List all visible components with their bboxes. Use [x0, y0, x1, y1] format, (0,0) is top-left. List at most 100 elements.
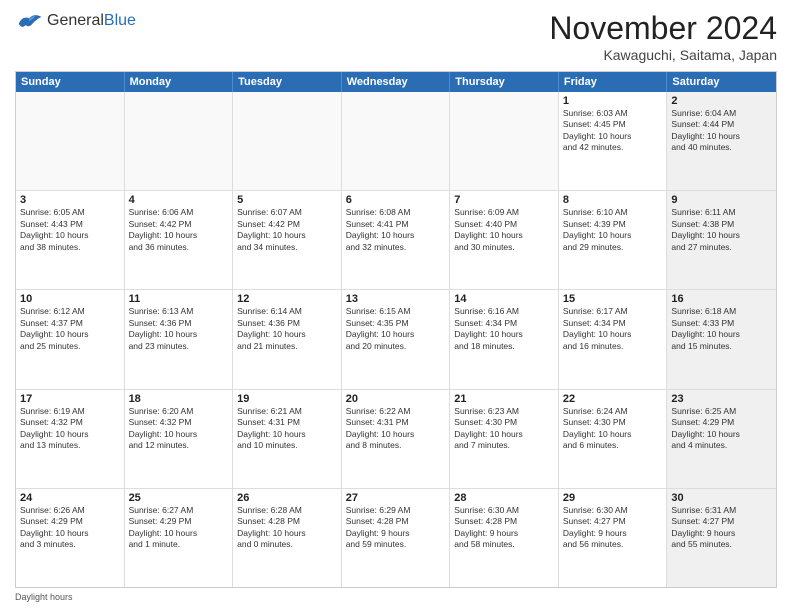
day-info: Sunrise: 6:31 AM Sunset: 4:27 PM Dayligh… [671, 505, 772, 551]
day-info: Sunrise: 6:03 AM Sunset: 4:45 PM Dayligh… [563, 108, 663, 154]
day-info: Sunrise: 6:13 AM Sunset: 4:36 PM Dayligh… [129, 306, 229, 352]
day-info: Sunrise: 6:29 AM Sunset: 4:28 PM Dayligh… [346, 505, 446, 551]
cal-cell-day-5: 5Sunrise: 6:07 AM Sunset: 4:42 PM Daylig… [233, 191, 342, 289]
cal-header-tuesday: Tuesday [233, 72, 342, 92]
cal-cell-day-15: 15Sunrise: 6:17 AM Sunset: 4:34 PM Dayli… [559, 290, 668, 388]
day-number: 18 [129, 393, 229, 405]
cal-row-3: 17Sunrise: 6:19 AM Sunset: 4:32 PM Dayli… [16, 390, 776, 489]
cal-cell-day-6: 6Sunrise: 6:08 AM Sunset: 4:41 PM Daylig… [342, 191, 451, 289]
cal-cell-day-21: 21Sunrise: 6:23 AM Sunset: 4:30 PM Dayli… [450, 390, 559, 488]
cal-cell-day-23: 23Sunrise: 6:25 AM Sunset: 4:29 PM Dayli… [667, 390, 776, 488]
day-number: 10 [20, 293, 120, 305]
day-number: 7 [454, 194, 554, 206]
cal-cell-day-11: 11Sunrise: 6:13 AM Sunset: 4:36 PM Dayli… [125, 290, 234, 388]
day-number: 12 [237, 293, 337, 305]
day-info: Sunrise: 6:30 AM Sunset: 4:27 PM Dayligh… [563, 505, 663, 551]
month-title: November 2024 [549, 10, 777, 47]
day-info: Sunrise: 6:10 AM Sunset: 4:39 PM Dayligh… [563, 207, 663, 253]
day-number: 27 [346, 492, 446, 504]
day-info: Sunrise: 6:25 AM Sunset: 4:29 PM Dayligh… [671, 406, 772, 452]
day-info: Sunrise: 6:20 AM Sunset: 4:32 PM Dayligh… [129, 406, 229, 452]
cal-cell-day-14: 14Sunrise: 6:16 AM Sunset: 4:34 PM Dayli… [450, 290, 559, 388]
day-info: Sunrise: 6:21 AM Sunset: 4:31 PM Dayligh… [237, 406, 337, 452]
cal-cell-day-13: 13Sunrise: 6:15 AM Sunset: 4:35 PM Dayli… [342, 290, 451, 388]
day-info: Sunrise: 6:17 AM Sunset: 4:34 PM Dayligh… [563, 306, 663, 352]
cal-cell-day-2: 2Sunrise: 6:04 AM Sunset: 4:44 PM Daylig… [667, 92, 776, 190]
day-info: Sunrise: 6:14 AM Sunset: 4:36 PM Dayligh… [237, 306, 337, 352]
cal-cell-day-4: 4Sunrise: 6:06 AM Sunset: 4:42 PM Daylig… [125, 191, 234, 289]
cal-cell-empty [342, 92, 451, 190]
cal-cell-day-9: 9Sunrise: 6:11 AM Sunset: 4:38 PM Daylig… [667, 191, 776, 289]
day-number: 28 [454, 492, 554, 504]
cal-header-thursday: Thursday [450, 72, 559, 92]
page: GeneralBlue November 2024 Kawaguchi, Sai… [0, 0, 792, 612]
cal-row-2: 10Sunrise: 6:12 AM Sunset: 4:37 PM Dayli… [16, 290, 776, 389]
day-number: 8 [563, 194, 663, 206]
cal-cell-day-10: 10Sunrise: 6:12 AM Sunset: 4:37 PM Dayli… [16, 290, 125, 388]
day-info: Sunrise: 6:07 AM Sunset: 4:42 PM Dayligh… [237, 207, 337, 253]
cal-cell-day-24: 24Sunrise: 6:26 AM Sunset: 4:29 PM Dayli… [16, 489, 125, 587]
logo: GeneralBlue [15, 10, 136, 32]
day-info: Sunrise: 6:12 AM Sunset: 4:37 PM Dayligh… [20, 306, 120, 352]
day-number: 17 [20, 393, 120, 405]
day-info: Sunrise: 6:05 AM Sunset: 4:43 PM Dayligh… [20, 207, 120, 253]
day-info: Sunrise: 6:15 AM Sunset: 4:35 PM Dayligh… [346, 306, 446, 352]
cal-cell-day-26: 26Sunrise: 6:28 AM Sunset: 4:28 PM Dayli… [233, 489, 342, 587]
day-info: Sunrise: 6:30 AM Sunset: 4:28 PM Dayligh… [454, 505, 554, 551]
day-info: Sunrise: 6:08 AM Sunset: 4:41 PM Dayligh… [346, 207, 446, 253]
day-number: 29 [563, 492, 663, 504]
day-number: 11 [129, 293, 229, 305]
title-block: November 2024 Kawaguchi, Saitama, Japan [549, 10, 777, 63]
day-number: 16 [671, 293, 772, 305]
calendar-header-row: SundayMondayTuesdayWednesdayThursdayFrid… [16, 72, 776, 92]
cal-cell-day-18: 18Sunrise: 6:20 AM Sunset: 4:32 PM Dayli… [125, 390, 234, 488]
day-info: Sunrise: 6:28 AM Sunset: 4:28 PM Dayligh… [237, 505, 337, 551]
day-number: 25 [129, 492, 229, 504]
cal-cell-empty [125, 92, 234, 190]
logo-blue: Blue [104, 12, 136, 29]
cal-cell-empty [16, 92, 125, 190]
day-number: 1 [563, 95, 663, 107]
day-number: 15 [563, 293, 663, 305]
day-info: Sunrise: 6:09 AM Sunset: 4:40 PM Dayligh… [454, 207, 554, 253]
cal-cell-day-1: 1Sunrise: 6:03 AM Sunset: 4:45 PM Daylig… [559, 92, 668, 190]
day-number: 3 [20, 194, 120, 206]
cal-cell-day-25: 25Sunrise: 6:27 AM Sunset: 4:29 PM Dayli… [125, 489, 234, 587]
day-info: Sunrise: 6:06 AM Sunset: 4:42 PM Dayligh… [129, 207, 229, 253]
day-number: 19 [237, 393, 337, 405]
cal-header-wednesday: Wednesday [342, 72, 451, 92]
header: GeneralBlue November 2024 Kawaguchi, Sai… [15, 10, 777, 63]
day-info: Sunrise: 6:18 AM Sunset: 4:33 PM Dayligh… [671, 306, 772, 352]
day-number: 9 [671, 194, 772, 206]
day-info: Sunrise: 6:26 AM Sunset: 4:29 PM Dayligh… [20, 505, 120, 551]
day-number: 2 [671, 95, 772, 107]
day-number: 30 [671, 492, 772, 504]
cal-cell-empty [233, 92, 342, 190]
cal-cell-day-28: 28Sunrise: 6:30 AM Sunset: 4:28 PM Dayli… [450, 489, 559, 587]
cal-cell-day-20: 20Sunrise: 6:22 AM Sunset: 4:31 PM Dayli… [342, 390, 451, 488]
day-number: 23 [671, 393, 772, 405]
cal-cell-day-22: 22Sunrise: 6:24 AM Sunset: 4:30 PM Dayli… [559, 390, 668, 488]
cal-header-friday: Friday [559, 72, 668, 92]
day-info: Sunrise: 6:04 AM Sunset: 4:44 PM Dayligh… [671, 108, 772, 154]
day-number: 13 [346, 293, 446, 305]
location: Kawaguchi, Saitama, Japan [549, 47, 777, 63]
cal-cell-day-8: 8Sunrise: 6:10 AM Sunset: 4:39 PM Daylig… [559, 191, 668, 289]
cal-cell-day-3: 3Sunrise: 6:05 AM Sunset: 4:43 PM Daylig… [16, 191, 125, 289]
day-info: Sunrise: 6:22 AM Sunset: 4:31 PM Dayligh… [346, 406, 446, 452]
cal-cell-day-7: 7Sunrise: 6:09 AM Sunset: 4:40 PM Daylig… [450, 191, 559, 289]
cal-cell-empty [450, 92, 559, 190]
calendar: SundayMondayTuesdayWednesdayThursdayFrid… [15, 71, 777, 588]
cal-header-monday: Monday [125, 72, 234, 92]
day-number: 5 [237, 194, 337, 206]
calendar-body: 1Sunrise: 6:03 AM Sunset: 4:45 PM Daylig… [16, 92, 776, 587]
cal-cell-day-17: 17Sunrise: 6:19 AM Sunset: 4:32 PM Dayli… [16, 390, 125, 488]
cal-cell-day-19: 19Sunrise: 6:21 AM Sunset: 4:31 PM Dayli… [233, 390, 342, 488]
day-number: 14 [454, 293, 554, 305]
cal-cell-day-27: 27Sunrise: 6:29 AM Sunset: 4:28 PM Dayli… [342, 489, 451, 587]
day-number: 22 [563, 393, 663, 405]
logo-bird-icon [15, 10, 43, 32]
cal-cell-day-16: 16Sunrise: 6:18 AM Sunset: 4:33 PM Dayli… [667, 290, 776, 388]
day-number: 20 [346, 393, 446, 405]
day-number: 4 [129, 194, 229, 206]
